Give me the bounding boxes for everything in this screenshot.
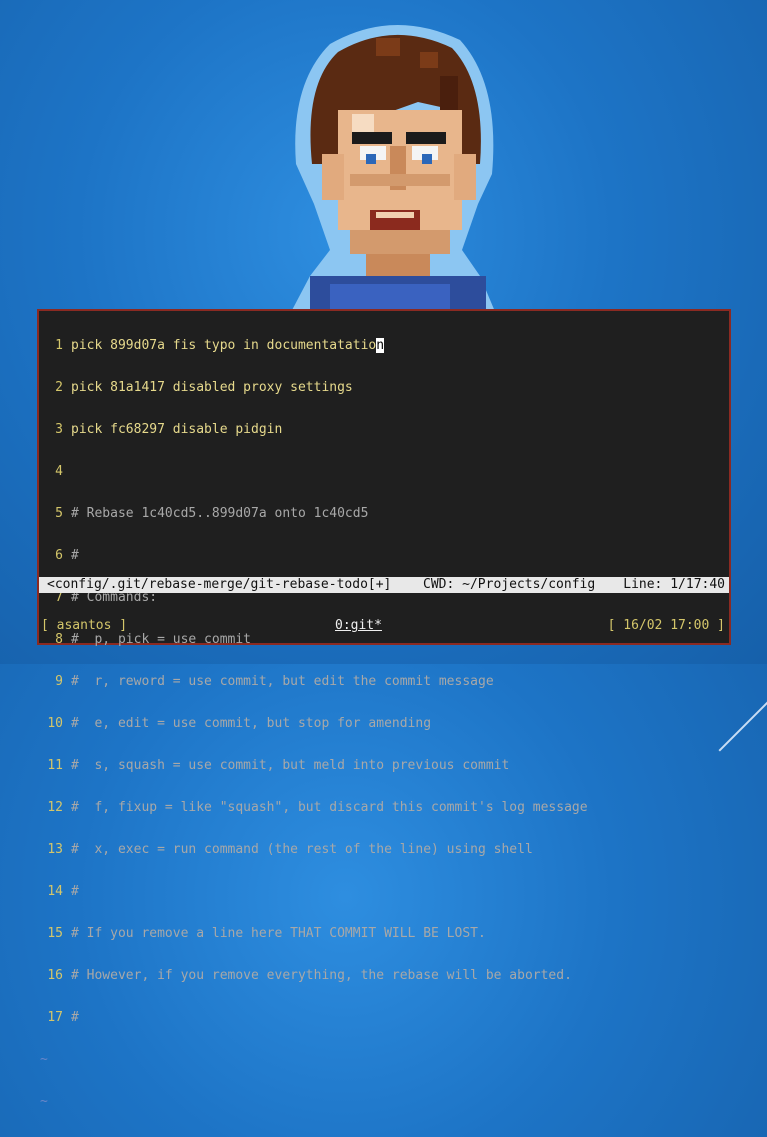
line-text: #	[71, 884, 79, 899]
vim-statusline: <config/.git/rebase-merge/git-rebase-tod…	[39, 577, 729, 593]
editor-line[interactable]: 5 # Rebase 1c40cd5..899d07a onto 1c40cd5	[39, 507, 729, 521]
line-number: 2	[55, 380, 63, 395]
line-text: pick 81a1417 disabled proxy settings	[71, 380, 353, 395]
line-text: # e, edit = use commit, but stop for ame…	[71, 716, 432, 731]
line-text: #	[71, 1010, 79, 1025]
editor-line[interactable]: 11 # s, squash = use commit, but meld int…	[39, 759, 729, 773]
line-number: 12	[47, 800, 63, 815]
editor-line[interactable]: 6 #	[39, 549, 729, 563]
editor-line[interactable]: 9 # r, reword = use commit, but edit the …	[39, 675, 729, 689]
line-text: #	[71, 548, 79, 563]
tmux-datetime: [ 16/02 17:00 ]	[607, 618, 725, 633]
editor-line[interactable]: 3 pick fc68297 disable pidgin	[39, 423, 729, 437]
line-text: # However, if you remove everything, the…	[71, 968, 572, 983]
line-number: 15	[47, 926, 63, 941]
line-number: 4	[55, 464, 63, 479]
line-text: # Rebase 1c40cd5..899d07a onto 1c40cd5	[71, 506, 369, 521]
line-number: 17	[47, 1010, 63, 1025]
editor-line[interactable]: 2 pick 81a1417 disabled proxy settings	[39, 381, 729, 395]
line-number: 10	[47, 716, 63, 731]
editor-line[interactable]: 7# Commands:	[39, 591, 729, 605]
statusline-position: Line: 1/17:40	[623, 577, 725, 592]
text-cursor: n	[376, 338, 385, 353]
line-text: # r, reword = use commit, but edit the c…	[71, 674, 494, 689]
editor-line[interactable]: 12 # f, fixup = like "squash", but discar…	[39, 801, 729, 815]
line-text: # If you remove a line here THAT COMMIT …	[71, 926, 486, 941]
tmux-session-name: [ asantos ]	[41, 618, 128, 633]
line-text: # x, exec = run command (the rest of the…	[71, 842, 533, 857]
editor-line[interactable]: 14 #	[39, 885, 729, 899]
line-number: 16	[47, 968, 63, 983]
editor-line[interactable]: 16 # However, if you remove everything, t…	[39, 969, 729, 983]
editor-line[interactable]: 15 # If you remove a line here THAT COMMI…	[39, 927, 729, 941]
line-number: 14	[47, 884, 63, 899]
statusline-file-path: <config/.git/rebase-merge/git-rebase-tod…	[47, 577, 392, 592]
statusline-cwd: CWD: ~/Projects/config	[423, 577, 596, 592]
tmux-window-tab[interactable]: 0:git*	[335, 617, 382, 635]
editor-line[interactable]: 13 # x, exec = run command (the rest of t…	[39, 843, 729, 857]
line-number: 11	[47, 758, 63, 773]
editor-line[interactable]: 17 #	[39, 1011, 729, 1025]
line-number: 5	[55, 506, 63, 521]
empty-buffer-tilde: ~	[40, 1094, 48, 1109]
vim-editor-buffer[interactable]: 1 pick 899d07a fis typo in documentatatio…	[39, 311, 729, 1109]
line-text: pick fc68297 disable pidgin	[71, 422, 283, 437]
editor-line[interactable]: 10 # e, edit = use commit, but stop for a…	[39, 717, 729, 731]
tmux-status-bar: [ asantos ] 0:git* [ 16/02 17:00 ]	[39, 617, 729, 635]
terminal-window[interactable]: 1 pick 899d07a fis typo in documentatatio…	[37, 309, 731, 1109]
pixel-avatar-image	[290, 25, 496, 314]
line-number: 1	[55, 338, 63, 353]
line-text: # f, fixup = like "squash", but discard …	[71, 800, 588, 815]
line-number: 13	[47, 842, 63, 857]
line-number: 6	[55, 548, 63, 563]
editor-line[interactable]: 8# p, pick = use commit	[39, 633, 729, 647]
editor-line[interactable]: 1 pick 899d07a fis typo in documentatatio…	[39, 338, 729, 353]
line-text: # s, squash = use commit, but meld into …	[71, 758, 510, 773]
editor-line[interactable]: 4	[39, 465, 729, 479]
empty-buffer-tilde: ~	[40, 1052, 48, 1067]
line-text: pick 899d07a fis typo in documentatatio	[71, 338, 377, 353]
line-number: 3	[55, 422, 63, 437]
